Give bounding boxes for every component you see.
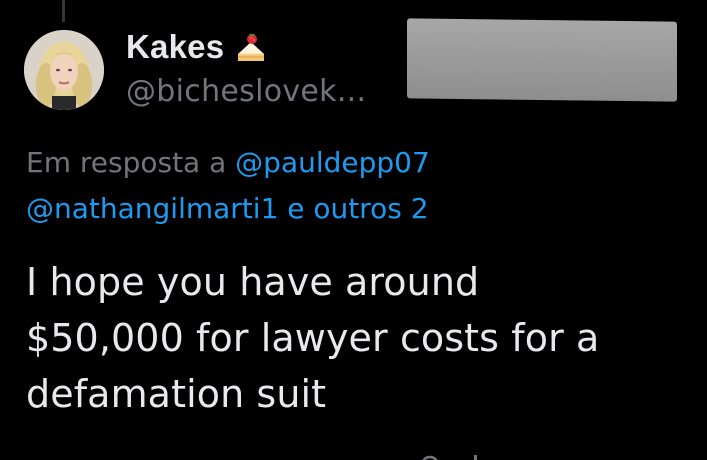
mention-link-2[interactable]: @nathangilmarti1 xyxy=(26,192,278,225)
strawberry-shortcake-icon xyxy=(234,30,268,64)
thread-connector-line xyxy=(62,0,65,22)
others-link[interactable]: e outros 2 xyxy=(287,192,428,225)
cut-off-content xyxy=(400,448,490,460)
tweet-header: Kakes @bicheslovek... xyxy=(126,24,366,109)
avatar[interactable] xyxy=(24,30,104,110)
redaction-box xyxy=(407,18,677,102)
user-handle[interactable]: @bicheslovek... xyxy=(126,74,366,109)
reply-prefix: Em resposta a xyxy=(26,146,227,179)
display-name[interactable]: Kakes xyxy=(126,28,224,66)
display-name-row: Kakes xyxy=(126,24,366,70)
tweet-text-line: I hope you have around xyxy=(26,260,480,304)
tweet-body: I hope you have around $50,000 for lawye… xyxy=(26,254,696,422)
avatar-photo xyxy=(24,30,104,110)
tweet-text-line: $50,000 for lawyer costs for a xyxy=(26,316,600,360)
mention-link-1[interactable]: @pauldepp07 xyxy=(235,146,430,179)
tweet-text-line: defamation suit xyxy=(26,372,327,416)
reply-context: Em resposta a @pauldepp07 @nathangilmart… xyxy=(26,140,686,232)
